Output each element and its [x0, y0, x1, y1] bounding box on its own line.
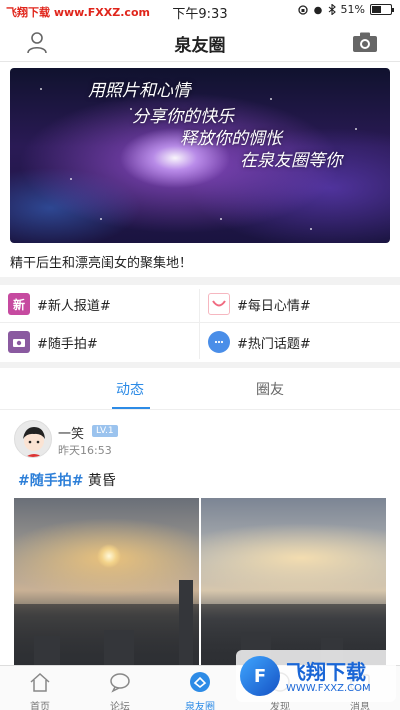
banner-line-4: 在泉友圈等你 — [240, 151, 342, 171]
battery-icon — [370, 4, 394, 15]
smile-icon — [208, 293, 230, 315]
tab-feed[interactable]: 动态 — [116, 379, 144, 399]
tab-friends[interactable]: 圈友 — [256, 379, 284, 399]
banner-image[interactable]: 用照片和心情 分享你的快乐 释放你的惆怅 在泉友圈等你 — [10, 68, 390, 243]
chat-bubble-icon — [208, 331, 230, 353]
topic-hot[interactable]: #热门话题# — [208, 324, 398, 360]
feed-post[interactable]: 一笑 LV.1 昨天16:53 #随手拍# 黄昏 — [0, 410, 400, 666]
topic-snapshot[interactable]: #随手拍# — [8, 324, 198, 360]
post-time: 昨天16:53 — [58, 444, 112, 457]
post-photo-2[interactable] — [201, 498, 386, 666]
feed-tabs: 动态 圈友 — [0, 368, 400, 410]
tabbar-forum[interactable]: 论坛 — [80, 668, 160, 710]
divider — [0, 322, 400, 323]
app-screen: 飞翔下载 www.FXXZ.com 下午9:33 51% 泉友圈 用照片和心情 … — [0, 0, 400, 710]
page-title: 泉友圈 — [174, 36, 226, 56]
camera-icon[interactable] — [352, 31, 378, 53]
status-right: 51% — [297, 3, 394, 16]
topic-label: #热门话题# — [237, 336, 311, 352]
level-badge: LV.1 — [92, 425, 118, 437]
photo-building — [179, 580, 193, 666]
forum-icon — [110, 673, 130, 693]
tabbar-circle[interactable]: 泉友圈 — [160, 668, 240, 710]
post-username[interactable]: 一笑 — [58, 423, 84, 442]
post-tag[interactable]: #随手拍# — [18, 473, 83, 489]
active-tab-indicator — [112, 407, 150, 409]
photo-building — [34, 636, 60, 666]
banner-line-1: 用照片和心情 — [88, 81, 190, 101]
battery-fill — [372, 6, 381, 13]
lock-rotation-icon — [297, 4, 308, 15]
topic-newcomer[interactable]: 新 #新人报道# — [8, 286, 198, 322]
watermark-url: WWW.FXXZ.COM — [286, 683, 371, 694]
home-icon — [30, 672, 50, 692]
post-photo-1[interactable] — [14, 498, 199, 666]
topic-label: #新人报道# — [37, 298, 111, 314]
tabbar-label: 论坛 — [110, 702, 130, 710]
avatar[interactable] — [14, 420, 52, 458]
status-bar: 飞翔下载 www.FXXZ.com 下午9:33 51% — [0, 0, 400, 22]
snapshot-icon — [8, 331, 30, 353]
bluetooth-icon — [328, 4, 336, 15]
photo-building — [104, 630, 134, 666]
battery-percent: 51% — [340, 3, 365, 16]
site-watermark: F 飞翔下载 WWW.FXXZ.COM — [236, 650, 396, 702]
tabbar-label: 泉友圈 — [185, 702, 215, 710]
topic-label: #每日心情# — [237, 298, 311, 314]
newcomer-icon: 新 — [8, 293, 30, 315]
watermark-logo: F — [240, 656, 280, 696]
alarm-icon — [313, 6, 322, 14]
tabbar-label: 首页 — [30, 702, 50, 710]
banner-section: 用照片和心情 分享你的快乐 释放你的惆怅 在泉友圈等你 精干后生和漂亮闺女的聚集… — [0, 62, 400, 277]
tabbar-home[interactable]: 首页 — [0, 668, 80, 710]
topic-grid: 新 #新人报道# #每日心情# #随手拍# #热门话题# — [0, 285, 400, 362]
topic-daily-mood[interactable]: #每日心情# — [208, 286, 398, 322]
nav-bar: 泉友圈 — [0, 22, 400, 62]
divider — [199, 289, 200, 359]
post-text: #随手拍# 黄昏 — [18, 470, 116, 490]
watermark-title: 飞翔下载 — [286, 660, 366, 684]
circle-icon — [190, 672, 210, 692]
post-body: 黄昏 — [83, 473, 116, 489]
banner-caption: 精干后生和漂亮闺女的聚集地！ — [10, 256, 193, 271]
topic-label: #随手拍# — [37, 336, 98, 352]
